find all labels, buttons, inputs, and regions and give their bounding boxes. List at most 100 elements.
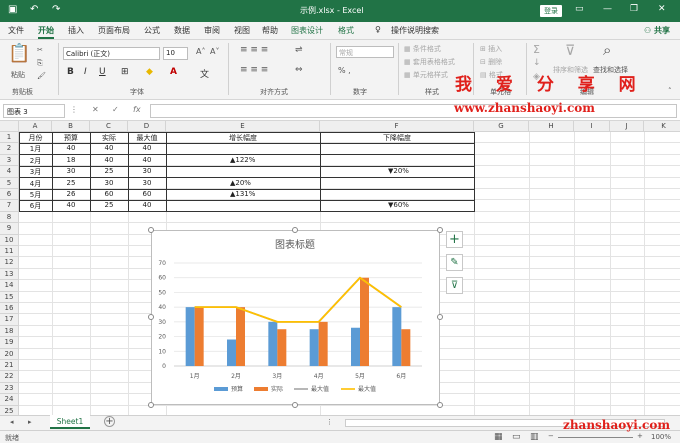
font-name-select[interactable]: Calibri (正文)	[63, 47, 160, 60]
tab-insert[interactable]: 插入	[68, 25, 84, 36]
table-cell[interactable]: 40	[90, 144, 128, 152]
row-header[interactable]: 18	[0, 325, 19, 338]
row-header[interactable]: 9	[0, 223, 19, 235]
table-cell[interactable]: 26	[52, 190, 90, 198]
scroll-right-icon[interactable]: ▸	[28, 418, 32, 426]
paste-icon[interactable]: 📋	[8, 43, 30, 64]
name-box[interactable]: 图表 3	[3, 104, 65, 118]
insert-cells-button[interactable]: ⊞ 插入	[480, 44, 502, 54]
share-button[interactable]: ⚇ 共享	[644, 25, 670, 36]
row-header[interactable]: 20	[0, 348, 19, 360]
table-cell[interactable]: 40	[128, 144, 166, 152]
cell-styles-button[interactable]: ▦ 单元格样式	[404, 70, 448, 80]
resize-handle[interactable]	[148, 402, 154, 408]
tab-home[interactable]: 开始	[38, 25, 54, 39]
tell-me-search[interactable]: 操作说明搜索	[391, 25, 439, 36]
fill-color-icon[interactable]: ◆	[146, 67, 153, 77]
format-as-table-button[interactable]: ▦ 套用表格格式	[404, 57, 455, 67]
paste-label[interactable]: 粘贴	[11, 70, 25, 80]
align-top-icon[interactable]: ≡ ≡ ≡	[240, 45, 268, 55]
close-icon[interactable]: ✕	[658, 4, 666, 14]
table-cell[interactable]: ▲20%	[166, 179, 320, 187]
font-size-select[interactable]: 10	[163, 47, 188, 60]
table-header-cell[interactable]: 实际	[90, 133, 128, 143]
tab-data[interactable]: 数据	[174, 25, 190, 36]
chart[interactable]: 图表标题 0 10 20 30 40 50 60 70 1月 2月 3月 4月 5月 6月 预算 实际 最大值 最大…	[151, 230, 440, 405]
formula-input[interactable]	[150, 104, 677, 118]
row-header[interactable]: 6	[0, 189, 19, 201]
sort-filter-icon[interactable]: ⊽	[565, 43, 575, 59]
delete-cells-button[interactable]: ⊟ 删除	[480, 57, 502, 67]
table-header-cell[interactable]: 增长幅度	[166, 133, 320, 143]
split-handle-icon[interactable]: ⋮	[326, 418, 333, 426]
table-cell[interactable]: ▼20%	[320, 167, 474, 175]
column-header[interactable]: E	[166, 121, 320, 132]
column-header[interactable]: I	[574, 121, 610, 132]
table-cell[interactable]: ▲131%	[166, 190, 320, 198]
phonetic-icon[interactable]: 文	[200, 67, 209, 80]
row-header[interactable]: 24	[0, 394, 19, 406]
cut-icon[interactable]: ✂	[37, 46, 43, 54]
scroll-left-icon[interactable]: ◂	[10, 418, 14, 426]
login-button[interactable]: 登录	[540, 5, 562, 17]
column-header[interactable]: A	[19, 121, 52, 132]
tab-file[interactable]: 文件	[8, 25, 24, 36]
zoom-slider[interactable]	[558, 437, 633, 438]
resize-handle[interactable]	[437, 402, 443, 408]
chart-elements-button[interactable]: +	[446, 231, 463, 248]
row-header[interactable]: 14	[0, 280, 19, 292]
zoom-in-icon[interactable]: +	[637, 432, 643, 440]
find-select-icon[interactable]: ⌕	[603, 41, 611, 59]
tab-formulas[interactable]: 公式	[144, 25, 160, 36]
table-cell[interactable]: 40	[128, 156, 166, 164]
row-header[interactable]: 5	[0, 177, 19, 189]
merge-icon[interactable]: ⇔	[295, 65, 303, 75]
tab-format[interactable]: 格式	[338, 25, 354, 36]
redo-icon[interactable]: ↷	[52, 4, 60, 15]
tab-chart-design[interactable]: 图表设计	[291, 25, 323, 36]
table-cell[interactable]: 25	[52, 179, 90, 187]
row-header[interactable]: 17	[0, 314, 19, 326]
zoom-level[interactable]: 100%	[651, 433, 671, 441]
table-cell[interactable]: ▼60%	[320, 201, 474, 209]
column-header[interactable]: H	[529, 121, 574, 132]
row-header[interactable]: 8	[0, 211, 19, 224]
enter-icon[interactable]: ✓	[112, 105, 119, 114]
column-header[interactable]: C	[90, 121, 128, 132]
row-header[interactable]: 16	[0, 303, 19, 315]
table-cell[interactable]: 1月	[19, 144, 52, 154]
table-header-cell[interactable]: 下降幅度	[320, 133, 474, 143]
underline-button[interactable]: U	[99, 67, 106, 77]
table-cell[interactable]: 40	[90, 156, 128, 164]
table-cell[interactable]: 5月	[19, 190, 52, 200]
italic-button[interactable]: I	[84, 67, 87, 77]
table-cell[interactable]: 60	[128, 190, 166, 198]
tab-page-layout[interactable]: 页面布局	[98, 25, 130, 36]
row-header[interactable]: 7	[0, 200, 19, 212]
cancel-icon[interactable]: ✕	[92, 105, 99, 114]
row-header[interactable]: 12	[0, 257, 19, 269]
table-cell[interactable]: 30	[90, 179, 128, 187]
resize-handle[interactable]	[148, 314, 154, 320]
row-header[interactable]: 3	[0, 154, 19, 167]
shrink-font-icon[interactable]: A˅	[210, 47, 219, 56]
row-header[interactable]: 2	[0, 143, 19, 155]
save-icon[interactable]: ▣	[8, 4, 17, 15]
wrap-text-icon[interactable]: ⇌	[295, 45, 303, 55]
column-header[interactable]: G	[474, 121, 529, 132]
table-cell[interactable]: 25	[90, 201, 128, 209]
table-header-cell[interactable]: 预算	[52, 133, 90, 143]
table-cell[interactable]: ▲122%	[166, 156, 320, 164]
restore-icon[interactable]: ❐	[630, 4, 638, 14]
minimize-icon[interactable]: —	[603, 4, 612, 14]
table-cell[interactable]: 30	[52, 167, 90, 175]
row-header[interactable]: 23	[0, 382, 19, 395]
align-left-icon[interactable]: ≡ ≡ ≡	[240, 65, 268, 75]
resize-handle[interactable]	[292, 227, 298, 233]
column-header[interactable]: B	[52, 121, 90, 132]
borders-icon[interactable]: ⊞	[121, 67, 129, 77]
add-sheet-button[interactable]: +	[104, 416, 115, 427]
chart-filters-button[interactable]: ⊽	[446, 277, 463, 294]
row-header[interactable]: 19	[0, 337, 19, 349]
zoom-out-icon[interactable]: −	[548, 432, 554, 440]
